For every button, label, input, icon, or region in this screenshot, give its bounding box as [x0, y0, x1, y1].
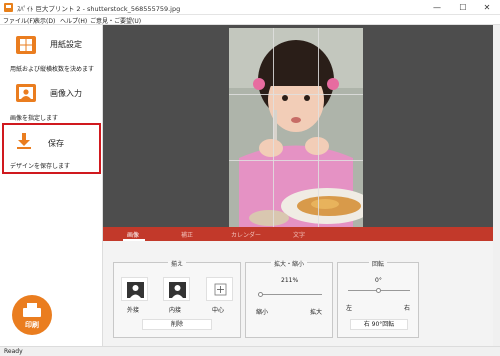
sidebar-paper-desc: 用紙および縦横枚数を決めます [10, 66, 95, 73]
fit-outer-button[interactable] [121, 277, 148, 301]
fit-inner-label: 内接 [169, 307, 182, 314]
fit-group: 揃え 外接 内接 中心 削除 [113, 261, 241, 338]
menu-bar: ファイル(F) 表示(D) ヘルプ(H) ご意見・ご要望(U) [0, 15, 500, 25]
portrait-icon [127, 282, 144, 298]
preview-canvas[interactable] [103, 25, 493, 227]
menu-help[interactable]: ヘルプ(H) [60, 16, 87, 25]
rotate-90-button[interactable]: 右 90°回転 [350, 319, 408, 330]
paper-icon [16, 36, 36, 54]
grid-line [229, 160, 363, 161]
grid-line [229, 94, 363, 95]
scrollbar[interactable] [493, 25, 500, 346]
zoom-group: 拡大・縮小 211% 縮小 拡大 [245, 261, 333, 338]
rotate-group-title: 回転 [368, 261, 387, 268]
fit-outer-label: 外接 [127, 307, 140, 314]
fit-inner-button[interactable] [163, 277, 190, 301]
center-plus-icon [214, 283, 227, 296]
grid-line [318, 28, 319, 227]
sidebar-save-label: 保存 [48, 139, 64, 148]
status-bar: Ready [0, 346, 500, 356]
minimize-button[interactable]: — [424, 0, 450, 15]
status-text: Ready [4, 348, 23, 355]
maximize-button[interactable]: ☐ [450, 0, 476, 15]
sidebar-item-paper[interactable]: 用紙設定 用紙および縦横枚数を決めます [2, 31, 100, 76]
fit-center-button[interactable] [206, 277, 233, 301]
child-photo [229, 28, 363, 227]
app-icon [4, 3, 13, 12]
zoom-group-title: 拡大・縮小 [270, 261, 307, 268]
sidebar-save-desc: デザインを保存します [10, 163, 71, 170]
rotate-right-label: 右 [404, 305, 411, 312]
tab-calendar[interactable]: カレンダー [231, 230, 261, 239]
tab-correction[interactable]: 補正 [181, 230, 193, 239]
rotate-group: 回転 0° 左 右 右 90°回転 [337, 261, 419, 338]
zoom-slider-track[interactable] [258, 294, 322, 295]
rotate-value: 0° [375, 277, 382, 284]
close-button[interactable]: ✕ [474, 0, 500, 15]
controls-panel: 揃え 外接 内接 中心 削除 拡大・縮小 211% 縮小 拡大 回転 0° 左 … [103, 241, 493, 346]
print-label: 印刷 [25, 321, 39, 329]
sidebar: 用紙設定 用紙および縦横枚数を決めます 画像入力 画像を指定します 保存 デザイ… [0, 25, 103, 346]
portrait-icon [169, 282, 186, 298]
rotate-slider-thumb[interactable] [376, 288, 381, 293]
tab-bar: 画像 補正 カレンダー 文字 [103, 227, 493, 241]
menu-view[interactable]: 表示(D) [34, 16, 55, 25]
zoom-slider-thumb[interactable] [258, 292, 264, 297]
photo-preview[interactable] [229, 28, 363, 227]
fit-group-title: 揃え [167, 261, 186, 268]
rotate-left-label: 左 [346, 305, 353, 312]
menu-feedback[interactable]: ご意見・ご要望(U) [90, 16, 141, 25]
grid-line [273, 28, 274, 227]
sidebar-paper-label: 用紙設定 [50, 40, 82, 49]
zoom-max-label: 拡大 [310, 309, 323, 316]
tab-text[interactable]: 文字 [293, 230, 305, 239]
sidebar-item-save[interactable]: 保存 デザインを保存します [2, 123, 101, 174]
sidebar-item-image[interactable]: 画像入力 画像を指定します [2, 80, 100, 122]
zoom-min-label: 縮小 [256, 309, 269, 316]
tab-image[interactable]: 画像 [127, 230, 139, 239]
title-bar: ｽﾊﾟｲﾄ 巨大プリント 2 - shutterstock_568555759.… [0, 0, 500, 15]
delete-button[interactable]: 削除 [142, 319, 212, 330]
sidebar-image-desc: 画像を指定します [10, 115, 59, 122]
sidebar-image-label: 画像入力 [50, 89, 82, 98]
print-button[interactable]: 印刷 [12, 295, 52, 335]
fit-center-label: 中心 [212, 307, 225, 314]
zoom-value: 211% [281, 277, 299, 284]
window-title: ｽﾊﾟｲﾄ 巨大プリント 2 - shutterstock_568555759.… [17, 5, 181, 13]
portrait-icon [16, 84, 36, 102]
menu-file[interactable]: ファイル(F) [3, 16, 35, 25]
download-arrow-icon [14, 132, 34, 150]
